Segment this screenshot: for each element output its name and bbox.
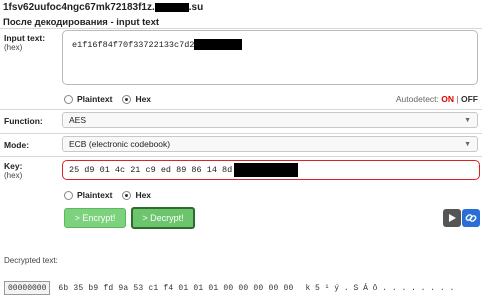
input-label: Input text: xyxy=(4,33,46,43)
radio-hex-key-label: Hex xyxy=(135,190,152,200)
output-label: Decrypted text: xyxy=(4,256,58,265)
autodetect-on[interactable]: ON xyxy=(441,94,454,104)
redaction-bar xyxy=(154,2,189,12)
encrypt-button[interactable]: > Encrypt! xyxy=(64,208,126,228)
chevron-down-icon: ▼ xyxy=(464,116,471,124)
radio-plaintext-label: Plaintext xyxy=(77,94,113,104)
output-hex: 6b 35 b9 fd 9a 53 c1 f4 01 01 01 00 00 0… xyxy=(58,283,294,293)
autodetect-sep: | xyxy=(456,94,459,104)
mode-label: Mode: xyxy=(4,140,30,150)
input-format-radios: Plaintext Hex xyxy=(64,94,151,104)
mode-value: ECB (electronic codebook) xyxy=(69,139,171,149)
mode-select[interactable]: ECB (electronic codebook) ▼ xyxy=(62,136,478,152)
output-row: 00000000 6b 35 b9 fd 9a 53 c1 f4 01 01 0… xyxy=(4,281,482,295)
key-value: 25 d9 01 4c 21 c9 ed 89 86 14 8d xyxy=(69,165,233,175)
play-icon[interactable] xyxy=(443,209,461,227)
radio-hex-key[interactable] xyxy=(122,190,132,200)
output-offset: 00000000 xyxy=(4,281,51,295)
key-format-radios: Plaintext Hex xyxy=(64,190,151,200)
autodetect-off[interactable]: OFF xyxy=(461,94,478,104)
page-subtitle: После декодирования - input text xyxy=(3,17,160,28)
key-label-group: Key: (hex) xyxy=(4,161,22,180)
input-sublabel: (hex) xyxy=(4,43,23,52)
radio-hex-label: Hex xyxy=(135,94,152,104)
function-select[interactable]: AES ▼ xyxy=(62,112,478,128)
key-input[interactable]: 25 d9 01 4c 21 c9 ed 89 86 14 8d xyxy=(62,160,480,180)
domain-text: 1fsv62uufoc4ngc67mk72183f1z. xyxy=(3,2,155,13)
divider xyxy=(0,133,482,134)
input-textarea[interactable]: e1f16f84f70f33722133c7d2 xyxy=(62,30,478,85)
divider xyxy=(0,109,482,110)
input-value: e1f16f84f70f33722133c7d2 xyxy=(72,39,195,50)
radio-plaintext-key[interactable] xyxy=(64,190,73,200)
autodetect-label: Autodetect: xyxy=(395,94,439,104)
decrypt-button[interactable]: > Decrypt! xyxy=(131,207,195,229)
function-label: Function: xyxy=(4,116,43,126)
divider xyxy=(0,28,482,29)
divider xyxy=(0,156,482,157)
domain-title: 1fsv62uufoc4ngc67mk72183f1z. .su xyxy=(3,2,203,13)
key-sublabel: (hex) xyxy=(4,171,23,180)
chevron-down-icon: ▼ xyxy=(464,140,471,148)
function-value: AES xyxy=(69,115,87,125)
autodetect-toggle: Autodetect: ON | OFF xyxy=(396,94,478,104)
redaction-bar xyxy=(194,39,243,50)
key-label: Key: xyxy=(4,161,23,171)
radio-plaintext-key-label: Plaintext xyxy=(77,190,113,200)
domain-suffix: .su xyxy=(188,2,204,13)
radio-plaintext-input[interactable] xyxy=(64,94,73,104)
radio-hex-input[interactable] xyxy=(122,94,132,104)
input-label-group: Input text: (hex) xyxy=(4,33,45,52)
link-icon[interactable] xyxy=(462,209,480,227)
output-ascii: k 5 ¹ ý . S Á ô . . . . . . . . xyxy=(305,283,455,293)
redaction-bar xyxy=(234,163,299,177)
